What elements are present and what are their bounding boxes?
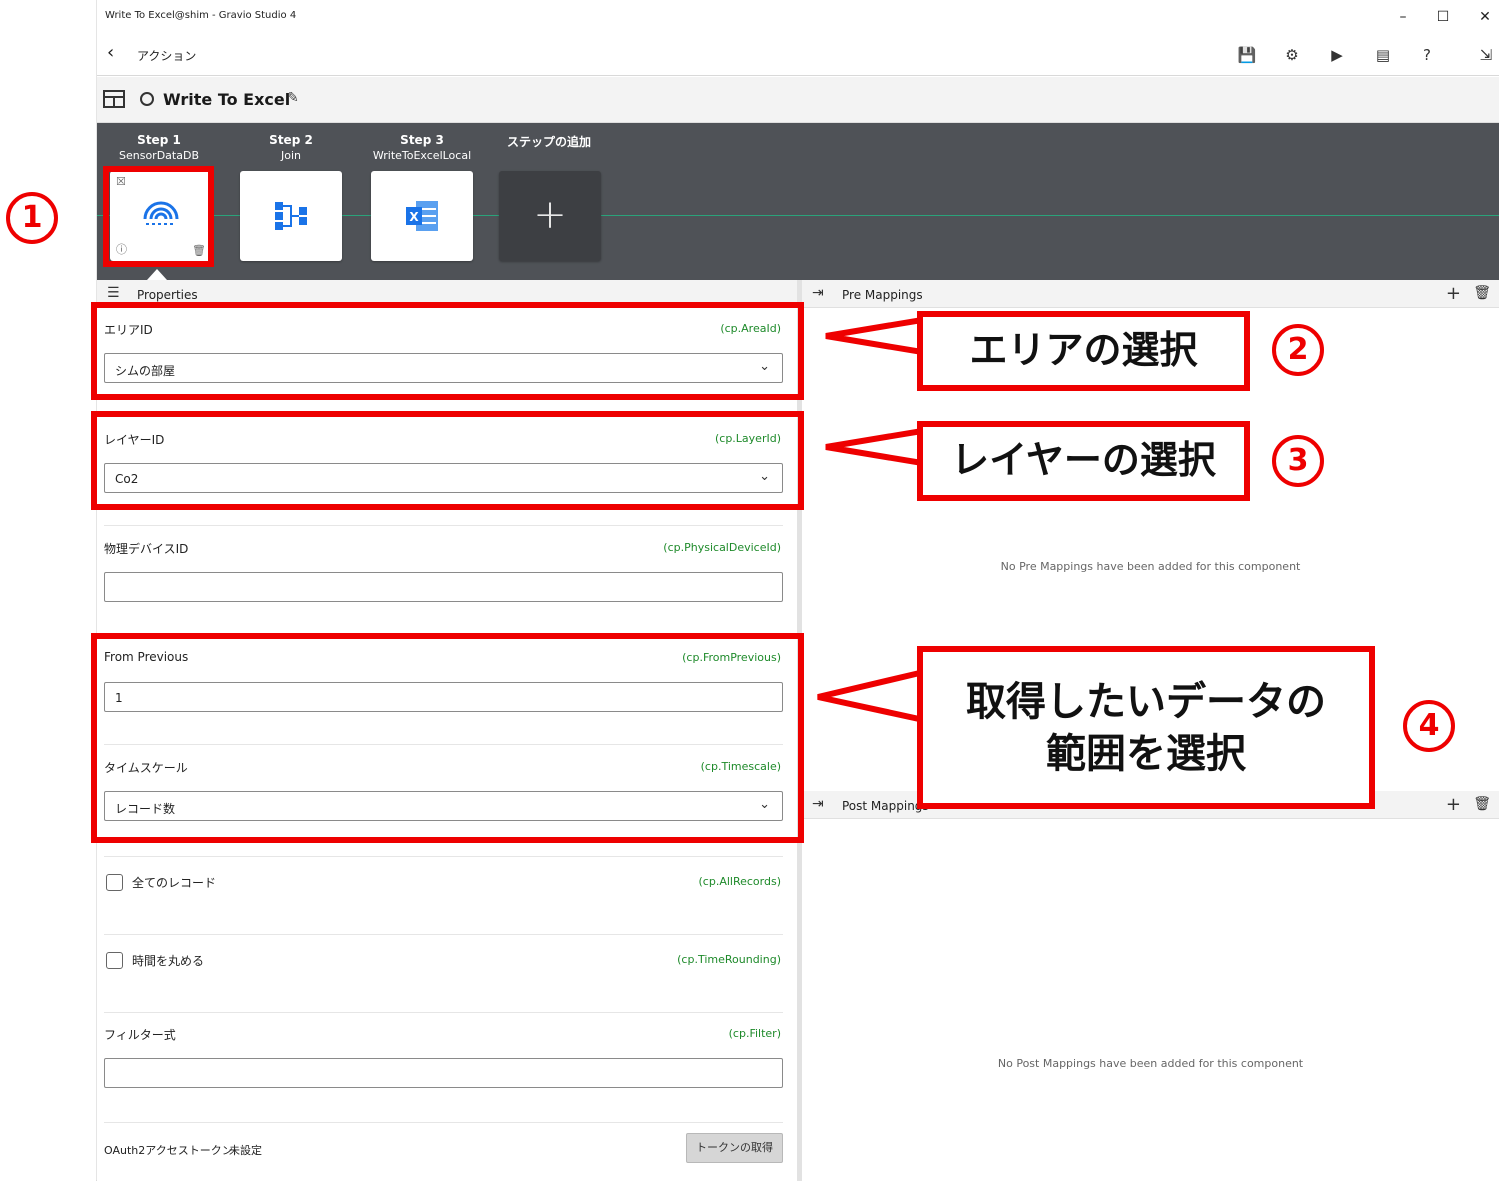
callout-area: エリアの選択 — [917, 311, 1250, 391]
screenshot-root: Write To Excel@shim - Gravio Studio 4 – … — [0, 0, 1500, 1183]
callout-pointers — [817, 316, 927, 724]
annotation-number-2: 2 — [1272, 324, 1324, 376]
annotation-number-1: 1 — [6, 192, 58, 244]
callout-range-line1: 取得したいデータの — [966, 678, 1326, 725]
callout-area-text: エリアの選択 — [969, 328, 1198, 373]
callout-range: 取得したいデータの 範囲を選択 — [917, 646, 1375, 809]
annotation-number-3: 3 — [1272, 435, 1324, 487]
callout-range-line2: 範囲を選択 — [1046, 730, 1246, 777]
callout-layer: レイヤーの選択 — [917, 421, 1250, 501]
callout-layer-text: レイヤーの選択 — [951, 438, 1216, 483]
annotation-number-4: 4 — [1403, 700, 1455, 752]
